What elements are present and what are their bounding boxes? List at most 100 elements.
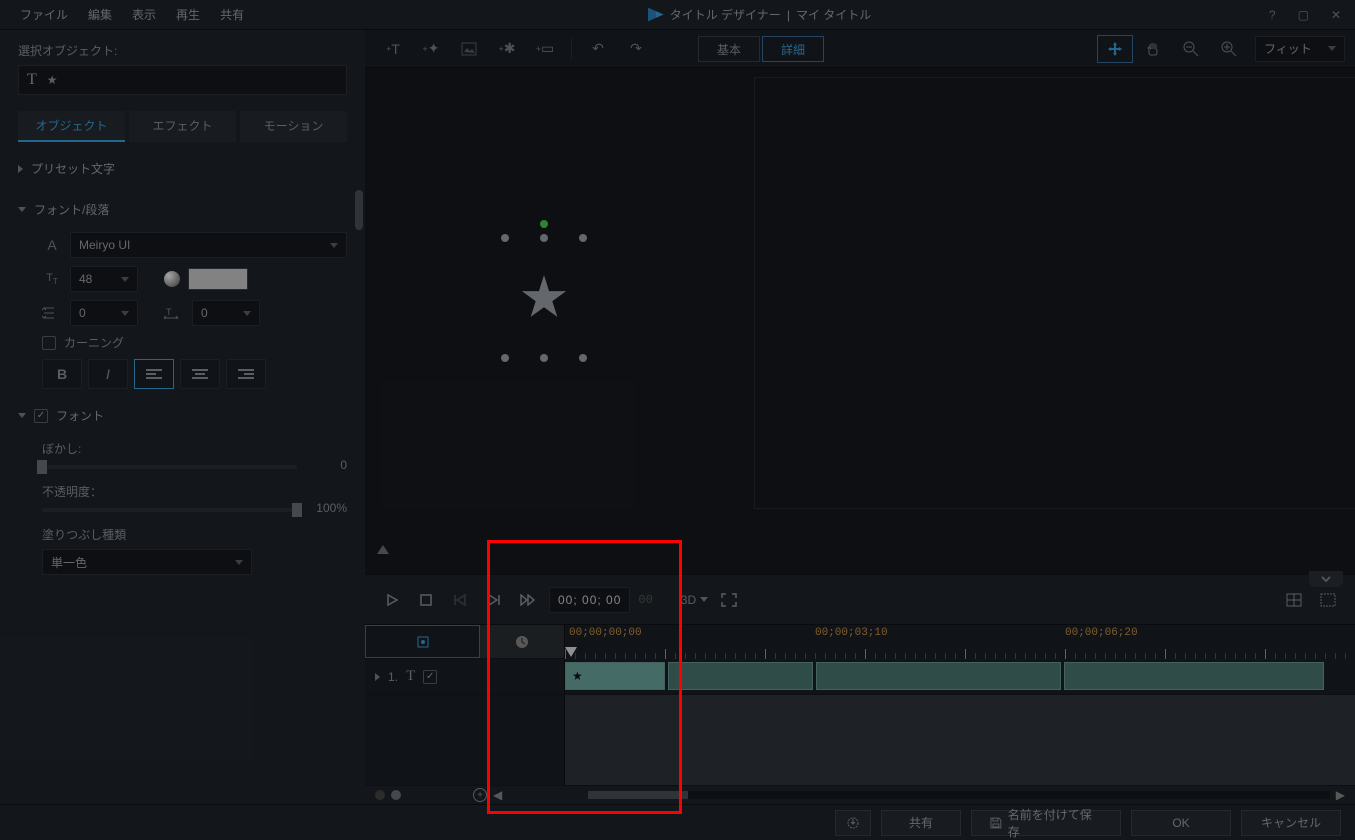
clip-3[interactable] <box>816 662 1061 690</box>
font-paragraph-label: フォント/段落 <box>34 201 109 218</box>
font-section-checkbox[interactable]: ✓ <box>34 409 48 423</box>
preset-text-label: プリセット文字 <box>31 160 115 177</box>
ok-button[interactable]: OK <box>1131 810 1231 836</box>
zoom-add-button[interactable]: + <box>473 788 487 802</box>
italic-button[interactable]: I <box>88 359 128 389</box>
fullscreen-button[interactable] <box>716 587 742 613</box>
zoom-level-dot[interactable] <box>391 790 401 800</box>
track-1-header[interactable]: 1. T ✓ <box>365 659 565 694</box>
char-spacing-dropdown[interactable]: 0 <box>192 300 260 326</box>
prev-frame-button[interactable] <box>447 587 473 613</box>
collapse-timeline-button[interactable] <box>1309 571 1343 587</box>
font-color-swatch[interactable] <box>188 268 248 290</box>
menu-file[interactable]: ファイル <box>10 2 78 27</box>
scroll-right-arrow[interactable]: ▶ <box>1336 788 1345 802</box>
fast-forward-button[interactable] <box>515 587 541 613</box>
clip-2[interactable] <box>668 662 813 690</box>
zoom-out-button[interactable] <box>1173 35 1209 63</box>
3d-toggle[interactable]: 3D <box>681 587 708 613</box>
cancel-button[interactable]: キャンセル <box>1241 810 1341 836</box>
rotate-handle[interactable] <box>540 220 548 228</box>
clip-1[interactable]: ★ <box>565 662 665 690</box>
timeline-hscroll-thumb[interactable] <box>588 791 688 799</box>
selected-object-field[interactable]: T ★ <box>18 65 347 95</box>
help-icon[interactable]: ? <box>1265 8 1280 22</box>
menu-edit[interactable]: 編集 <box>78 2 122 27</box>
blur-value: 0 <box>340 458 347 472</box>
font-size-value: 48 <box>79 272 92 286</box>
timeline-empty-area[interactable] <box>565 695 1355 785</box>
timecode-field[interactable]: 00; 00; 00 <box>549 587 630 613</box>
undo-button[interactable]: ↶ <box>580 35 616 63</box>
tab-motion[interactable]: モーション <box>240 111 347 142</box>
track-1-body[interactable]: ★ <box>565 659 1355 694</box>
share-button[interactable]: 共有 <box>881 810 961 836</box>
blur-slider[interactable] <box>42 465 297 469</box>
resize-handle-se[interactable] <box>579 354 587 362</box>
tab-effect[interactable]: エフェクト <box>129 111 236 142</box>
add-bg-button[interactable]: +▭ <box>527 35 563 63</box>
bold-button[interactable]: B <box>42 359 82 389</box>
color-mode-icon[interactable] <box>164 271 180 287</box>
resize-handle-s[interactable] <box>540 354 548 362</box>
save-as-button[interactable]: 名前を付けて保存 <box>971 810 1121 836</box>
resize-handle-sw[interactable] <box>501 354 509 362</box>
opacity-slider[interactable] <box>42 508 297 512</box>
star-object[interactable] <box>521 275 567 321</box>
tab-object[interactable]: オブジェクト <box>18 111 125 142</box>
align-center-button[interactable] <box>180 359 220 389</box>
section-font[interactable]: ✓ フォント <box>18 401 347 430</box>
ruler-clock-button[interactable] <box>480 625 565 658</box>
redo-button[interactable]: ↷ <box>618 35 654 63</box>
pan-tool-button[interactable] <box>1135 35 1171 63</box>
canvas-stage[interactable] <box>365 68 1355 574</box>
timeline-ruler[interactable]: 00;00;00;00 00;00;03;10 00;00;06;20 <box>565 625 1355 659</box>
advanced-mode-button[interactable]: 詳細 <box>762 36 824 62</box>
title-sep: | <box>787 8 790 22</box>
fill-type-dropdown[interactable]: 単一色 <box>42 549 252 575</box>
align-right-button[interactable] <box>226 359 266 389</box>
line-spacing-dropdown[interactable]: 0 <box>70 300 138 326</box>
clip-4[interactable] <box>1064 662 1324 690</box>
maximize-icon[interactable]: ▢ <box>1294 8 1313 22</box>
menu-play[interactable]: 再生 <box>166 2 210 27</box>
stop-button[interactable] <box>413 587 439 613</box>
move-tool-button[interactable] <box>1097 35 1133 63</box>
ruler-label-0: 00;00;00;00 <box>569 627 642 639</box>
track-1-visible-checkbox[interactable]: ✓ <box>423 670 437 684</box>
play-button[interactable] <box>379 587 405 613</box>
zoom-out-dot[interactable] <box>375 790 385 800</box>
menu-view[interactable]: 表示 <box>122 2 166 27</box>
section-preset-text[interactable]: プリセット文字 <box>18 154 347 183</box>
zoom-in-button[interactable] <box>1211 35 1247 63</box>
basic-mode-button[interactable]: 基本 <box>698 36 760 62</box>
zoom-fit-dropdown[interactable]: フィット <box>1255 36 1345 62</box>
scroll-left-arrow[interactable]: ◀ <box>493 788 502 802</box>
font-size-dropdown[interactable]: 48 <box>70 266 138 292</box>
chevron-right-icon <box>18 165 23 173</box>
menubar: ファイル 編集 表示 再生 共有 タイトル デザイナー | マイ タイトル ? … <box>0 0 1355 30</box>
section-font-paragraph[interactable]: フォント/段落 <box>18 195 347 224</box>
sidebar-scrollbar[interactable] <box>355 190 363 230</box>
add-particle-button[interactable]: +✦ <box>413 35 449 63</box>
next-frame-button[interactable] <box>481 587 507 613</box>
resize-handle-nw[interactable] <box>501 234 509 242</box>
font-family-dropdown[interactable]: Meiryo UI <box>70 232 347 258</box>
selection-box[interactable] <box>505 238 583 358</box>
snapshot-button[interactable] <box>1281 587 1307 613</box>
chevron-down-icon <box>18 207 26 212</box>
close-icon[interactable]: ✕ <box>1327 8 1345 22</box>
align-left-button[interactable] <box>134 359 174 389</box>
resize-handle-ne[interactable] <box>579 234 587 242</box>
kerning-checkbox[interactable] <box>42 336 56 350</box>
resize-handle-n[interactable] <box>540 234 548 242</box>
keyframe-toggle-button[interactable] <box>365 625 480 658</box>
add-text-button[interactable]: +T <box>375 35 411 63</box>
download-button[interactable] <box>835 810 871 836</box>
add-effect-button[interactable]: +✱ <box>489 35 525 63</box>
timeline-hscrollbar[interactable] <box>588 791 1330 799</box>
safe-zone-button[interactable] <box>1315 587 1341 613</box>
add-image-button[interactable] <box>451 35 487 63</box>
menu-share[interactable]: 共有 <box>210 2 254 27</box>
timeline: 00;00;00;00 00;00;03;10 00;00;06;20 1. T… <box>365 624 1355 804</box>
